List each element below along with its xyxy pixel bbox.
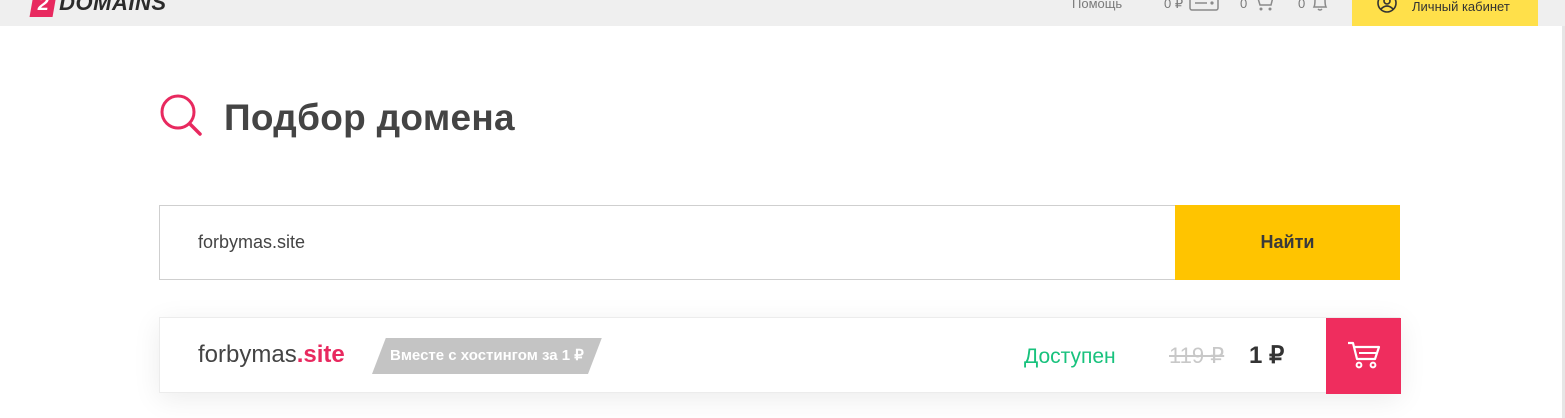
user-icon [1376,0,1398,17]
logo-badge: 2 [29,0,58,17]
result-domain: forbymas.site [198,341,345,369]
cart-link[interactable]: 0 [1240,0,1275,12]
notifications-link[interactable]: 0 [1298,0,1329,12]
domain-search-box [159,205,1176,280]
top-bar: 2 DOMAINS Помощь 0 ₽ 0 0 Личный кабинет [0,0,1565,26]
result-domain-name: forbymas [198,341,297,368]
cart-icon [1346,339,1382,374]
balance-amount: 0 ₽ [1164,0,1184,11]
wallet-icon [1189,0,1219,14]
domain-result-row: forbymas.site Вместе с хостингом за 1 ₽ … [159,317,1401,394]
cart-count: 0 [1240,0,1248,11]
result-domain-tld: .site [296,341,345,368]
cabinet-button[interactable]: Личный кабинет [1352,0,1538,26]
help-label: Помощь [1072,0,1123,11]
availability-status: Доступен [1024,345,1116,368]
domain-search-input[interactable] [198,232,1098,253]
logo-text: DOMAINS [59,0,167,15]
cabinet-label: Личный кабинет [1412,0,1510,14]
new-price: 1 ₽ [1249,342,1285,369]
add-to-cart-button[interactable] [1326,318,1401,394]
find-button[interactable]: Найти [1175,205,1400,280]
notifications-count: 0 [1298,0,1306,11]
cart-icon [1253,0,1275,14]
bell-icon [1311,0,1329,14]
old-price: 119 ₽ [1169,343,1225,368]
hosting-promo-badge: Вместе с хостингом за 1 ₽ [372,338,602,374]
help-link[interactable]: Помощь [1072,0,1122,12]
page-title: Подбор домена [224,96,515,138]
search-icon [158,92,204,143]
balance-link[interactable]: 0 ₽ [1164,0,1219,12]
page-header: Подбор домена [158,92,515,143]
logo[interactable]: 2 DOMAINS [29,0,167,18]
